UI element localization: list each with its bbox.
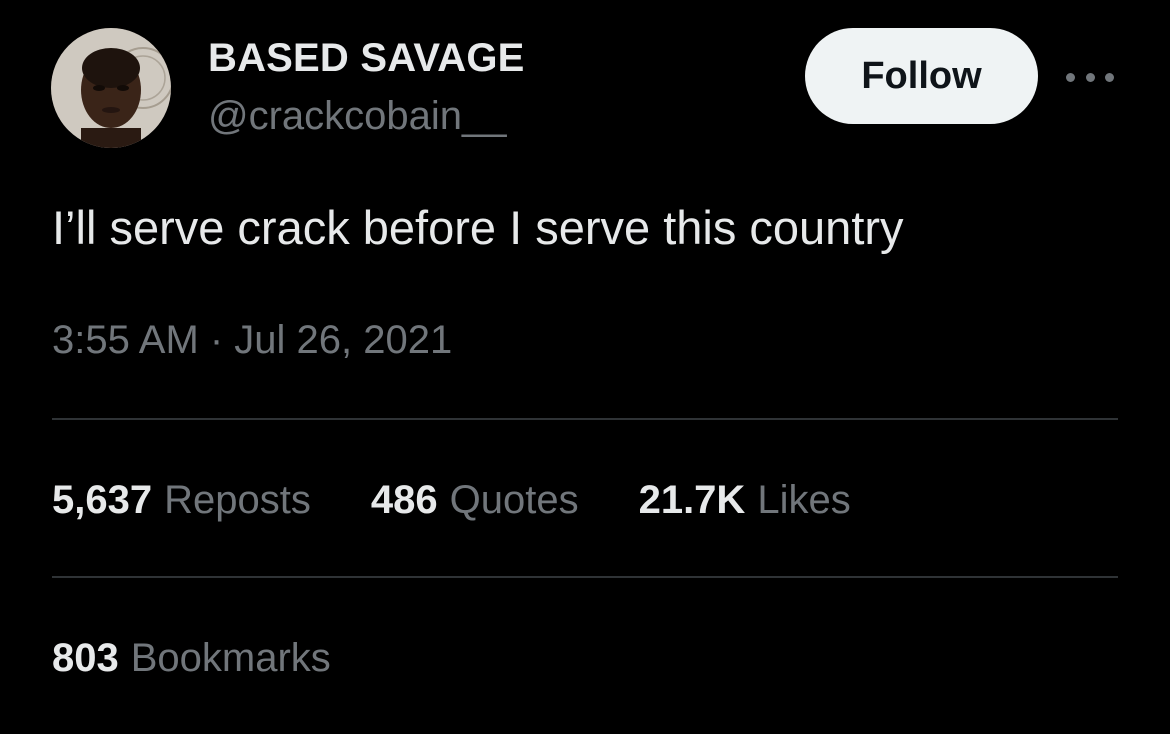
- author-info: BASED SAVAGE @crackcobain__: [208, 34, 525, 140]
- likes-label: Likes: [757, 478, 851, 522]
- bookmarks-label: Bookmarks: [130, 636, 331, 680]
- bookmarks-count: 803: [52, 636, 119, 680]
- divider: [52, 418, 1118, 420]
- bookmarks-stat[interactable]: 803 Bookmarks: [52, 634, 331, 682]
- likes-stat[interactable]: 21.7K Likes: [639, 476, 851, 524]
- divider: [52, 576, 1118, 578]
- ellipsis-dot: [1066, 72, 1075, 82]
- ellipsis-icon[interactable]: [1066, 62, 1114, 92]
- tweet-timestamp[interactable]: 3:55 AM · Jul 26, 2021: [52, 316, 452, 364]
- reposts-stat[interactable]: 5,637 Reposts: [52, 476, 311, 524]
- avatar[interactable]: [51, 28, 171, 148]
- author-handle[interactable]: @crackcobain__: [208, 92, 525, 140]
- follow-button[interactable]: Follow: [805, 28, 1038, 124]
- tweet-text: I’ll serve crack before I serve this cou…: [52, 201, 904, 254]
- avatar-photo: [51, 28, 171, 148]
- reposts-count: 5,637: [52, 478, 153, 522]
- ellipsis-dot: [1105, 72, 1114, 82]
- engagement-stats: 5,637 Reposts 486 Quotes 21.7K Likes: [52, 476, 911, 524]
- likes-count: 21.7K: [638, 478, 746, 522]
- quotes-label: Quotes: [449, 478, 579, 522]
- tweet-detail: BASED SAVAGE @crackcobain__ Follow I’ll …: [0, 0, 1170, 734]
- author-display-name[interactable]: BASED SAVAGE: [208, 34, 525, 82]
- quotes-stat[interactable]: 486 Quotes: [371, 476, 579, 524]
- quotes-count: 486: [370, 478, 438, 522]
- reposts-label: Reposts: [164, 478, 311, 522]
- ellipsis-dot: [1085, 72, 1095, 82]
